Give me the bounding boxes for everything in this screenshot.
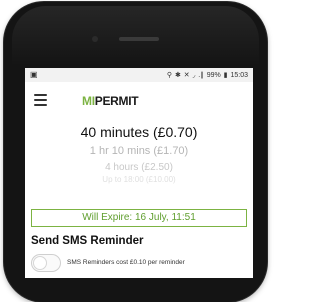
image-notification-icon: ▣ (30, 70, 38, 79)
phone-frame: ▣ ⚲ ✱ ✕ ◞ .∥ 99% ▮ 15:03 MIPERMIT 40 min… (4, 2, 267, 302)
clock: 15:03 (230, 72, 248, 79)
status-indicators: ⚲ ✱ ✕ ◞ .∥ 99% ▮ 15:03 (166, 71, 248, 79)
logo-permit: PERMIT (94, 94, 139, 108)
phone-top-bezel (12, 6, 259, 66)
location-icon: ⚲ (166, 72, 172, 79)
toggle-knob (33, 256, 47, 270)
wifi-icon: ◞ (192, 72, 196, 79)
status-bar: ▣ ⚲ ✱ ✕ ◞ .∥ 99% ▮ 15:03 (25, 68, 253, 82)
app-header: MIPERMIT (25, 86, 253, 116)
sms-cost-note: SMS Reminders cost £0.10 per reminder (67, 259, 185, 266)
battery-icon: ▮ (223, 72, 228, 79)
duration-option-selected[interactable]: 40 minutes (£0.70) (25, 122, 253, 142)
sms-reminder-heading: Send SMS Reminder (31, 235, 144, 247)
duration-option[interactable]: 4 hours (£2.50) (25, 161, 253, 175)
mipermit-logo: MIPERMIT (82, 94, 139, 108)
hamburger-icon[interactable] (34, 94, 47, 106)
signal-icon: .∥ (198, 72, 204, 79)
mute-icon: ✕ (183, 72, 190, 79)
expiry-banner: Will Expire: 16 July, 11:51 (31, 209, 247, 227)
duration-option[interactable]: Up to 18:00 (£10.00) (25, 175, 253, 185)
battery-level: 99% (206, 72, 221, 79)
bluetooth-icon: ✱ (174, 72, 181, 79)
front-camera (92, 36, 98, 42)
sms-reminder-toggle[interactable] (31, 254, 61, 272)
app-screen: ▣ ⚲ ✱ ✕ ◞ .∥ 99% ▮ 15:03 MIPERMIT 40 min… (25, 68, 253, 278)
earpiece-speaker (119, 37, 159, 41)
logo-mi: MI (82, 94, 95, 108)
duration-option[interactable]: 1 hr 10 mins (£1.70) (25, 144, 253, 159)
duration-picker[interactable]: 40 minutes (£0.70) 1 hr 10 mins (£1.70) … (25, 122, 253, 185)
